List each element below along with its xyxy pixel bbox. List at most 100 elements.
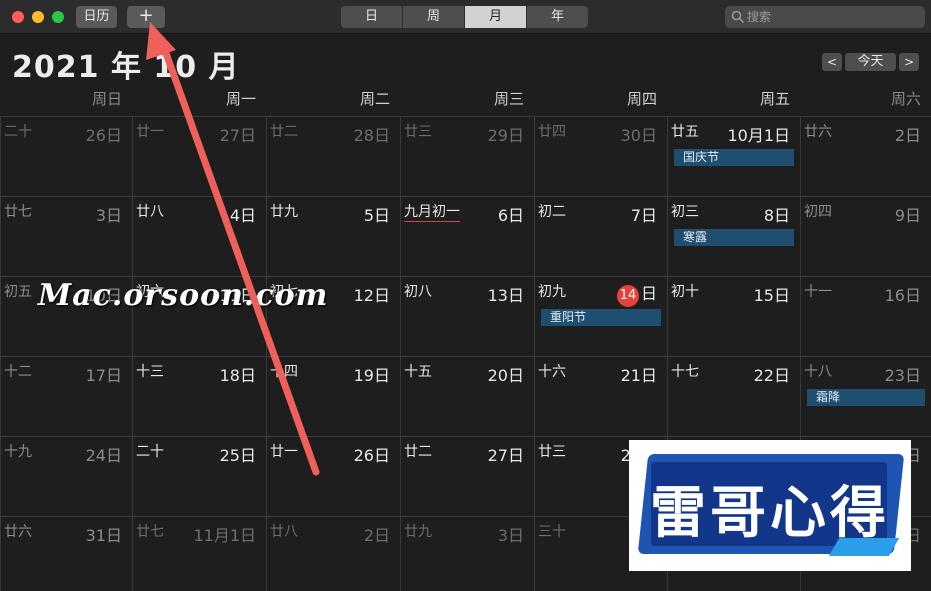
- day-number: 4日: [229, 206, 256, 225]
- day-number: 3日: [95, 206, 122, 225]
- minimize-window-button[interactable]: [32, 11, 44, 23]
- close-window-button[interactable]: [12, 11, 24, 23]
- day-number: 17日: [85, 366, 122, 385]
- day-cell[interactable]: 十八 23日 霜降: [800, 356, 931, 436]
- day-number: 21日: [620, 366, 657, 385]
- lunar-underline: [404, 221, 460, 222]
- lunar-date: 廿七: [4, 204, 32, 220]
- day-cell[interactable]: 十九 24日: [0, 436, 132, 516]
- lunar-date: 十一: [804, 284, 832, 300]
- day-number: 31日: [85, 526, 122, 545]
- day-cell[interactable]: 初九 14 日重阳节: [534, 276, 667, 356]
- weekday-label: 周日: [91, 90, 122, 108]
- day-cell[interactable]: 廿一 27日: [132, 116, 266, 196]
- event-item[interactable]: 国庆节: [674, 149, 794, 166]
- day-cell[interactable]: 二十 25日: [132, 436, 266, 516]
- day-number: 14 日: [616, 280, 657, 307]
- day-number: 29日: [487, 126, 524, 145]
- day-number: 26日: [85, 126, 122, 145]
- brand-logo: 雷哥心得: [629, 440, 911, 571]
- day-cell[interactable]: 十四 19日: [266, 356, 400, 436]
- day-number: 3日: [497, 526, 524, 545]
- event-item[interactable]: 寒露: [674, 229, 794, 246]
- day-number: 15日: [753, 286, 790, 305]
- day-cell[interactable]: 十六 21日: [534, 356, 667, 436]
- day-cell[interactable]: 廿七 3日: [0, 196, 132, 276]
- lunar-date: 廿七: [136, 524, 164, 540]
- day-cell[interactable]: 廿九 5日: [266, 196, 400, 276]
- day-cell[interactable]: 廿七 11月1日: [132, 516, 266, 591]
- view-tab-0[interactable]: 日: [341, 6, 403, 28]
- day-cell[interactable]: 初十 15日: [667, 276, 800, 356]
- day-cell[interactable]: 廿二 28日: [266, 116, 400, 196]
- day-cell[interactable]: 初八 13日: [400, 276, 534, 356]
- next-month-button[interactable]: >: [899, 53, 919, 71]
- day-number: 16日: [884, 286, 921, 305]
- weekday-label: 周一: [225, 90, 256, 108]
- lunar-date: 初十: [671, 284, 699, 300]
- day-number: 19日: [353, 366, 390, 385]
- day-cell[interactable]: 九月初一 6日: [400, 196, 534, 276]
- lunar-date: 廿九: [270, 204, 298, 220]
- day-cell[interactable]: 初四 9日: [800, 196, 931, 276]
- search-field[interactable]: [725, 6, 925, 28]
- view-tab-3[interactable]: 年: [527, 6, 588, 28]
- toolbar: 日历 + 日周月年: [0, 0, 931, 34]
- today-button[interactable]: 今天: [845, 53, 896, 71]
- day-cell[interactable]: 十二 17日: [0, 356, 132, 436]
- day-number: 28日: [353, 126, 390, 145]
- page-title: 2021 年 10 月: [12, 50, 240, 85]
- lunar-date: 廿五: [671, 124, 699, 140]
- lunar-date: 十九: [4, 444, 32, 460]
- day-cell[interactable]: 廿六 31日: [0, 516, 132, 591]
- day-cell[interactable]: 初二 7日: [534, 196, 667, 276]
- view-tab-1[interactable]: 周: [403, 6, 465, 28]
- day-number: 25日: [219, 446, 256, 465]
- weekday-label: 周二: [359, 90, 390, 108]
- lunar-date: 初五: [4, 284, 32, 300]
- day-cell[interactable]: 十七 22日: [667, 356, 800, 436]
- lunar-date: 十六: [538, 364, 566, 380]
- day-cell[interactable]: 廿四 30日: [534, 116, 667, 196]
- search-input[interactable]: [747, 6, 917, 28]
- day-cell[interactable]: 初三 8日 寒露: [667, 196, 800, 276]
- day-cell[interactable]: 廿九 3日: [400, 516, 534, 591]
- lunar-date: 十七: [671, 364, 699, 380]
- lunar-date: 十三: [136, 364, 164, 380]
- lunar-date: 廿二: [404, 444, 432, 460]
- day-cell[interactable]: 廿二 27日: [400, 436, 534, 516]
- day-cell[interactable]: 十一 16日: [800, 276, 931, 356]
- day-cell[interactable]: 十五 20日: [400, 356, 534, 436]
- calendars-button[interactable]: 日历: [76, 6, 117, 28]
- day-cell[interactable]: 十三 18日: [132, 356, 266, 436]
- event-item[interactable]: 重阳节: [541, 309, 661, 326]
- day-cell[interactable]: 廿三 29日: [400, 116, 534, 196]
- lunar-date: 初九: [538, 284, 566, 300]
- add-event-button[interactable]: +: [127, 6, 165, 28]
- day-cell[interactable]: 二十 26日: [0, 116, 132, 196]
- day-number: 8日: [763, 206, 790, 225]
- zoom-window-button[interactable]: [52, 11, 64, 23]
- day-cell[interactable]: 廿五 10月1日 国庆节: [667, 116, 800, 196]
- lunar-date: 廿二: [270, 124, 298, 140]
- day-cell[interactable]: 廿八 4日: [132, 196, 266, 276]
- lunar-date: 廿三: [538, 444, 566, 460]
- event-item[interactable]: 霜降: [807, 389, 925, 406]
- previous-month-button[interactable]: <: [822, 53, 842, 71]
- day-number: 23日: [884, 366, 921, 385]
- day-suffix: 日: [640, 284, 657, 303]
- search-icon: [731, 10, 745, 24]
- day-number: 27日: [487, 446, 524, 465]
- lunar-date: 廿八: [270, 524, 298, 540]
- lunar-date: 十二: [4, 364, 32, 380]
- day-number: 9日: [894, 206, 921, 225]
- day-number: 2日: [894, 126, 921, 145]
- view-tab-2[interactable]: 月: [465, 6, 527, 28]
- lunar-date: 二十: [4, 124, 32, 140]
- day-cell[interactable]: 廿一 26日: [266, 436, 400, 516]
- day-number: 6日: [497, 206, 524, 225]
- day-cell[interactable]: 廿六 2日: [800, 116, 931, 196]
- lunar-date: 三十: [538, 524, 566, 540]
- day-cell[interactable]: 廿八 2日: [266, 516, 400, 591]
- day-number: 5日: [363, 206, 390, 225]
